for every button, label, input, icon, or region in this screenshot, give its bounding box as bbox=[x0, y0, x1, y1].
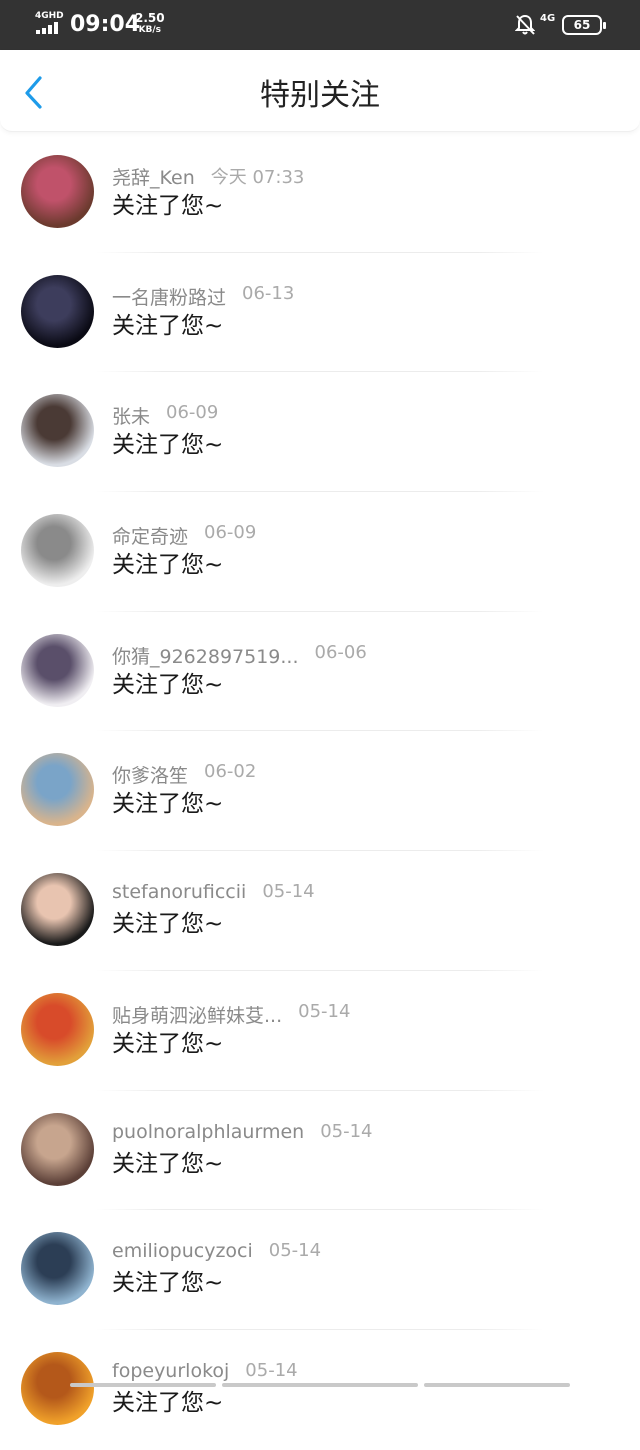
action-text: 关注了您~ bbox=[112, 1270, 224, 1297]
signal-bars-icon bbox=[36, 22, 62, 34]
avatar[interactable] bbox=[21, 274, 94, 348]
timestamp: 05-14 bbox=[298, 1000, 351, 1022]
timestamp: 06-06 bbox=[314, 641, 367, 663]
item-meta: 命定奇迹 06-09 bbox=[112, 522, 256, 548]
item-meta: 一名唐粉路过 06-13 bbox=[112, 283, 294, 309]
item-meta: 尧辞_Ken 今天 07:33 bbox=[112, 163, 304, 189]
action-text: 关注了您~ bbox=[112, 1030, 224, 1057]
timestamp: 06-09 bbox=[166, 402, 219, 424]
username[interactable]: 你猜_9262897519... bbox=[112, 642, 299, 669]
username[interactable]: 命定奇迹 bbox=[112, 522, 188, 549]
username[interactable]: 张未 bbox=[112, 402, 150, 429]
item-meta: 贴身萌泗泌鲜妹芟... 05-14 bbox=[112, 1001, 350, 1027]
timestamp: 05-14 bbox=[268, 1240, 322, 1262]
username[interactable]: 贴身萌泗泌鲜妹芟... bbox=[112, 1001, 282, 1028]
list-item[interactable]: 命定奇迹 06-09 关注了您~ bbox=[0, 492, 640, 612]
bell-muted-icon bbox=[515, 14, 535, 35]
list-item[interactable]: 你猜_9262897519... 06-06 关注了您~ bbox=[0, 612, 640, 732]
list-item[interactable]: 你爹洛笙 06-02 关注了您~ bbox=[0, 731, 640, 852]
timestamp: 06-09 bbox=[204, 522, 257, 544]
scroll-indicator bbox=[424, 1383, 570, 1387]
username[interactable]: emiliopucyzoci bbox=[112, 1240, 253, 1262]
username[interactable]: 一名唐粉路过 bbox=[112, 283, 226, 310]
item-meta: emiliopucyzoci 05-14 bbox=[112, 1240, 321, 1266]
action-text: 关注了您~ bbox=[112, 1150, 224, 1177]
avatar[interactable] bbox=[21, 633, 94, 707]
avatar[interactable] bbox=[21, 992, 94, 1066]
avatar[interactable] bbox=[21, 873, 94, 947]
mobile-data-indicator: 4G bbox=[540, 13, 556, 24]
scroll-indicator bbox=[222, 1383, 418, 1387]
list-item[interactable]: emiliopucyzoci 05-14 关注了您~ bbox=[0, 1210, 640, 1330]
timestamp: 06-02 bbox=[204, 761, 257, 783]
header: 特别关注 bbox=[0, 50, 640, 132]
list-item[interactable]: 尧辞_Ken 今天 07:33 关注了您~ bbox=[0, 133, 640, 253]
avatar[interactable] bbox=[21, 155, 94, 228]
timestamp: 05-14 bbox=[320, 1120, 373, 1142]
timestamp: 今天 07:33 bbox=[210, 167, 305, 188]
status-bar: 4GHD 09:04 2.50 KB/s 4G 65 bbox=[0, 0, 640, 50]
item-meta: stefanoruficcii 05-14 bbox=[112, 881, 315, 907]
status-time: 09:04 bbox=[70, 12, 141, 37]
item-meta: 张未 06-09 bbox=[112, 402, 218, 428]
list-item[interactable]: 贴身萌泗泌鲜妹芟... 05-14 关注了您~ bbox=[0, 971, 640, 1091]
username[interactable]: stefanoruficcii bbox=[112, 881, 246, 903]
network-type: 4GHD bbox=[35, 11, 64, 21]
action-text: 关注了您~ bbox=[112, 193, 224, 219]
scroll-indicator bbox=[70, 1383, 216, 1387]
speed-unit: KB/s bbox=[138, 25, 162, 35]
item-meta: puolnoralphlaurmen 05-14 bbox=[112, 1121, 373, 1147]
action-text: 关注了您~ bbox=[112, 1389, 224, 1416]
speed-value: 2.50 bbox=[135, 11, 165, 25]
timestamp: 06-13 bbox=[242, 282, 295, 304]
network-speed: 2.50 KB/s bbox=[135, 12, 165, 36]
action-text: 关注了您~ bbox=[112, 312, 224, 339]
username[interactable]: puolnoralphlaurmen bbox=[112, 1121, 304, 1143]
list-item[interactable]: 一名唐粉路过 06-13 关注了您~ bbox=[0, 253, 640, 373]
avatar[interactable] bbox=[21, 514, 94, 588]
username[interactable]: fopeyurlokoj bbox=[112, 1360, 229, 1382]
list-item[interactable]: puolnoralphlaurmen 05-14 关注了您~ bbox=[0, 1091, 640, 1211]
action-text: 关注了您~ bbox=[112, 552, 224, 579]
list-item[interactable]: stefanoruficcii 05-14 关注了您~ bbox=[0, 851, 640, 971]
item-meta: 你爹洛笙 06-02 bbox=[112, 761, 256, 787]
action-text: 关注了您~ bbox=[112, 671, 224, 698]
username[interactable]: 尧辞_Ken bbox=[112, 163, 195, 190]
avatar[interactable] bbox=[21, 394, 94, 468]
avatar[interactable] bbox=[21, 1232, 94, 1306]
timestamp: 05-14 bbox=[245, 1359, 298, 1381]
avatar[interactable] bbox=[21, 753, 94, 827]
avatar[interactable] bbox=[21, 1351, 94, 1425]
follow-list: 尧辞_Ken 今天 07:33 关注了您~ 一名唐粉路过 06-13 关注了您~ 张未 06-… bbox=[0, 133, 640, 1450]
page-title: 特别关注 bbox=[260, 78, 380, 113]
username[interactable]: 你爹洛笙 bbox=[112, 761, 188, 788]
list-item[interactable]: 张未 06-09 关注了您~ bbox=[0, 372, 640, 493]
action-text: 关注了您~ bbox=[112, 791, 224, 818]
action-text: 关注了您~ bbox=[112, 911, 224, 938]
timestamp: 05-14 bbox=[262, 881, 315, 903]
item-meta: fopeyurlokoj 05-14 bbox=[112, 1360, 298, 1386]
item-meta: 你猜_9262897519... 06-06 bbox=[112, 642, 367, 668]
action-text: 关注了您~ bbox=[112, 432, 224, 459]
avatar[interactable] bbox=[21, 1112, 94, 1186]
battery-icon: 65 bbox=[562, 15, 606, 35]
list-item[interactable]: fopeyurlokoj 05-14 关注了您~ bbox=[0, 1330, 640, 1450]
